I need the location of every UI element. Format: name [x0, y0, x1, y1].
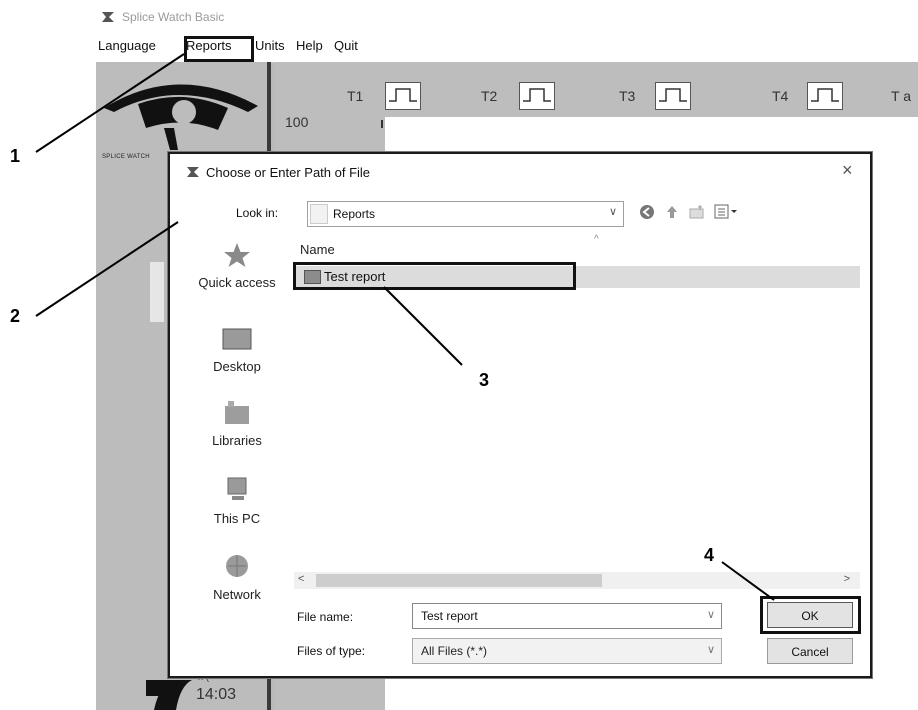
callout-4: 4 — [704, 545, 715, 565]
callout-3: 3 — [479, 370, 490, 390]
callout-2: 2 — [10, 306, 21, 326]
callout-lines — [35, 53, 775, 601]
callout-1: 1 — [10, 146, 21, 166]
